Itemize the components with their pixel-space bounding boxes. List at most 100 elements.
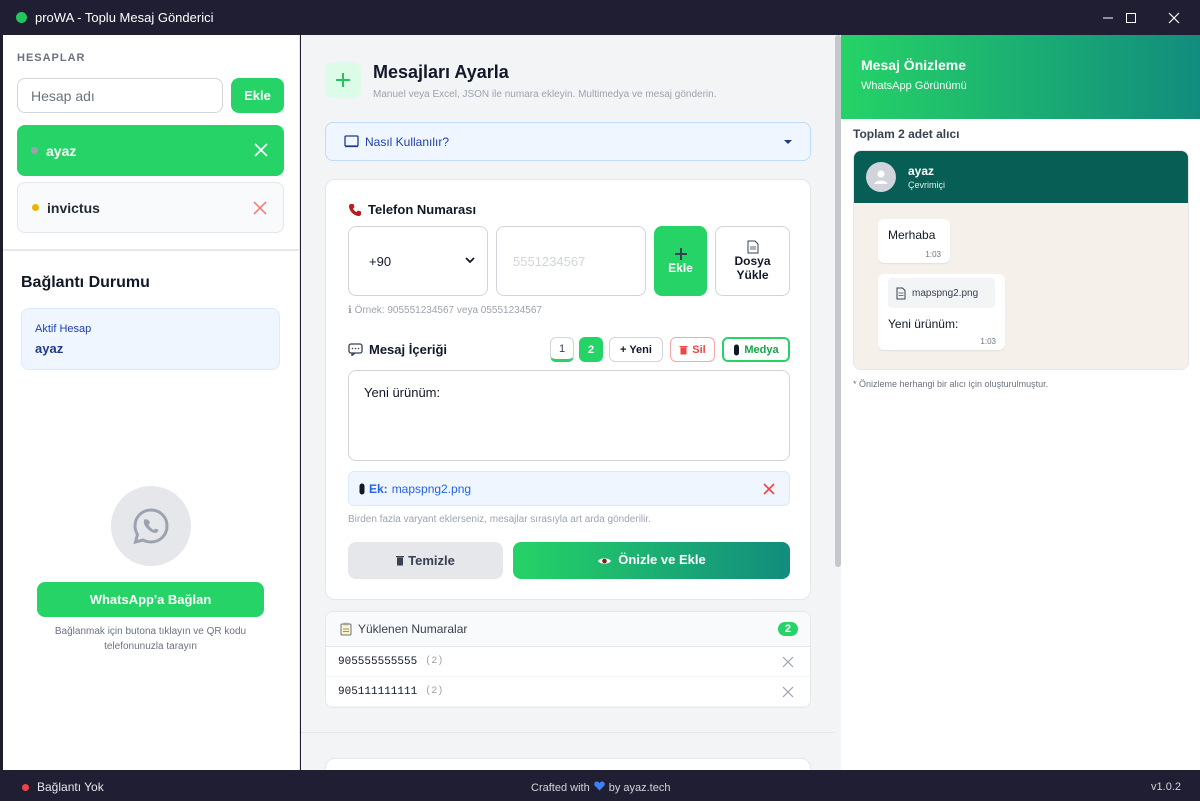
- account-status-dot: [31, 147, 38, 154]
- account-item-invictus[interactable]: invictus: [17, 182, 284, 233]
- maximize-button[interactable]: [1108, 0, 1154, 35]
- preview-subtitle: WhatsApp Görünümü: [861, 80, 967, 92]
- credits: Crafted with by ayaz.tech: [531, 781, 670, 794]
- book-icon: [344, 135, 359, 148]
- how-to-use-accordion[interactable]: Nasıl Kullanılır?: [325, 122, 811, 161]
- chat-icon: [348, 343, 363, 356]
- account-item-ayaz[interactable]: ayaz: [17, 125, 284, 176]
- chat-preview: ayaz Çevrimiçi Merhaba 1:03 mapspng2.png…: [853, 150, 1189, 370]
- message-bubble: mapspng2.png Yeni ürünüm: 1:03: [878, 274, 1005, 350]
- add-number-button[interactable]: Ekle: [654, 226, 707, 296]
- clear-label: Temizle: [408, 552, 455, 568]
- variant-hint: Birden fazla varyant eklerseniz, mesajla…: [348, 514, 651, 525]
- country-code-value: +90: [369, 253, 392, 269]
- eye-icon: [597, 554, 612, 569]
- message-label: Mesaj İçeriği: [369, 342, 448, 357]
- remove-number-icon[interactable]: [782, 686, 794, 698]
- connection-status: Bağlantı Yok: [22, 780, 104, 794]
- phone-example: ℹ Örnek: 905551234567 veya 05551234567: [348, 305, 542, 316]
- preview-and-add-button[interactable]: Önizle ve Ekle: [513, 542, 790, 579]
- phone-icon: [348, 203, 362, 217]
- connect-whatsapp-button[interactable]: WhatsApp'a Bağlan: [37, 582, 264, 617]
- account-name: ayaz: [46, 142, 77, 159]
- remove-number-icon[interactable]: [782, 656, 794, 668]
- plus-icon: [674, 248, 687, 260]
- close-icon: [1168, 12, 1180, 23]
- bubble-text: Merhaba: [888, 228, 936, 242]
- upload-file-label-line1: Dosya: [734, 254, 771, 268]
- connect-hint: Bağlanmak için butona tıklayın ve QR kod…: [54, 626, 247, 652]
- main-panel: Mesajları Ayarla Manuel veya Excel, JSON…: [301, 35, 835, 770]
- upload-file-label-line2: Yükle: [736, 268, 769, 282]
- remove-account-icon[interactable]: [251, 199, 269, 217]
- media-label: Medya: [744, 343, 779, 356]
- preview-title: Mesaj Önizleme: [861, 57, 967, 73]
- title-bar: proWA - Toplu Mesaj Gönderici: [0, 0, 1200, 35]
- bubble-time: 1:03: [925, 250, 941, 259]
- variant-tab-1[interactable]: 1: [550, 337, 574, 362]
- status-dot: [22, 783, 29, 791]
- delete-variant-label: Sil: [692, 343, 706, 356]
- message-label-row: Mesaj İçeriği: [348, 342, 447, 357]
- attachment-row: Ek: mapspng2.png: [348, 471, 790, 506]
- contact-name: ayaz: [908, 164, 935, 178]
- country-code-select[interactable]: +90: [348, 226, 488, 296]
- uploaded-numbers-title: Yüklenen Numaralar: [358, 622, 468, 636]
- remove-attachment-icon[interactable]: [763, 483, 775, 495]
- page-subtitle: Manuel veya Excel, JSON ile numara ekley…: [373, 89, 717, 100]
- active-account-value: ayaz: [35, 341, 64, 356]
- account-status-dot: [32, 204, 39, 211]
- attachment-label: Ek:: [369, 481, 388, 496]
- preview-note: * Önizleme herhangi bir alıcı için oluşt…: [853, 379, 1049, 389]
- add-account-button[interactable]: Ekle: [231, 78, 284, 113]
- connection-status-text: Bağlantı Yok: [37, 780, 104, 794]
- status-bar: Bağlantı Yok Crafted with by ayaz.tech v…: [0, 770, 1200, 801]
- next-section-card: [325, 758, 811, 770]
- plus-icon: [325, 62, 361, 98]
- file-attachment-chip: mapspng2.png: [888, 278, 995, 308]
- message-bubble: Merhaba 1:03: [878, 219, 950, 263]
- sidebar: HESAPLAR Ekle ayaz invictus Bağlantı Dur…: [3, 35, 300, 770]
- attachment-filename: mapspng2.png: [912, 287, 979, 299]
- clipboard-icon: [340, 622, 352, 636]
- upload-file-button[interactable]: Dosya Yükle: [715, 226, 790, 296]
- close-window-button[interactable]: [1151, 0, 1197, 35]
- variant-count: (2): [425, 686, 444, 697]
- accounts-section-label: HESAPLAR: [17, 52, 86, 64]
- whatsapp-logo: [111, 486, 191, 566]
- paperclip-icon: [734, 344, 740, 355]
- version: v1.0.2: [1151, 781, 1181, 793]
- media-button[interactable]: Medya: [722, 337, 790, 362]
- file-icon: [747, 240, 758, 254]
- phone-number-input[interactable]: [496, 226, 646, 296]
- remove-account-icon[interactable]: [252, 141, 270, 159]
- delete-variant-button[interactable]: Sil: [670, 337, 715, 362]
- credits-prefix: Crafted with: [531, 781, 590, 794]
- connection-status-title: Bağlantı Durumu: [21, 274, 150, 291]
- uploaded-numbers-header: Yüklenen Numaralar 2: [326, 612, 810, 647]
- account-name-input[interactable]: [17, 78, 223, 113]
- recipient-total: Toplam 2 adet alıcı: [853, 127, 960, 141]
- sidebar-divider: [3, 249, 300, 251]
- clear-button[interactable]: Temizle: [348, 542, 503, 579]
- add-number-label: Ekle: [668, 261, 693, 275]
- whatsapp-icon: [133, 508, 169, 545]
- user-icon: [874, 170, 888, 184]
- phone-number: 905111111111: [338, 685, 418, 698]
- phone-number: 905555555555: [338, 655, 418, 668]
- uploaded-numbers-card: Yüklenen Numaralar 2 905555555555 (2) 90…: [325, 611, 811, 708]
- credits-link[interactable]: by ayaz.tech: [609, 782, 671, 794]
- page-title: Mesajları Ayarla: [373, 62, 509, 82]
- preview-and-add-label: Önizle ve Ekle: [618, 552, 706, 567]
- message-setup-card: Telefon Numarası +90 Ekle Dosya Yükle ℹ …: [325, 179, 811, 600]
- message-textarea[interactable]: Yeni ürünüm:: [348, 370, 790, 461]
- number-row: 905555555555 (2): [326, 647, 810, 677]
- variant-tab-2[interactable]: 2: [579, 337, 603, 362]
- trash-icon: [396, 554, 405, 569]
- active-account-box: Aktif Hesap ayaz: [21, 308, 280, 370]
- paperclip-icon: [359, 483, 365, 494]
- how-to-use-label: Nasıl Kullanılır?: [365, 134, 450, 149]
- phone-label-row: Telefon Numarası: [348, 202, 476, 217]
- window-title: proWA - Toplu Mesaj Gönderici: [35, 10, 214, 25]
- new-variant-button[interactable]: + Yeni: [609, 337, 663, 362]
